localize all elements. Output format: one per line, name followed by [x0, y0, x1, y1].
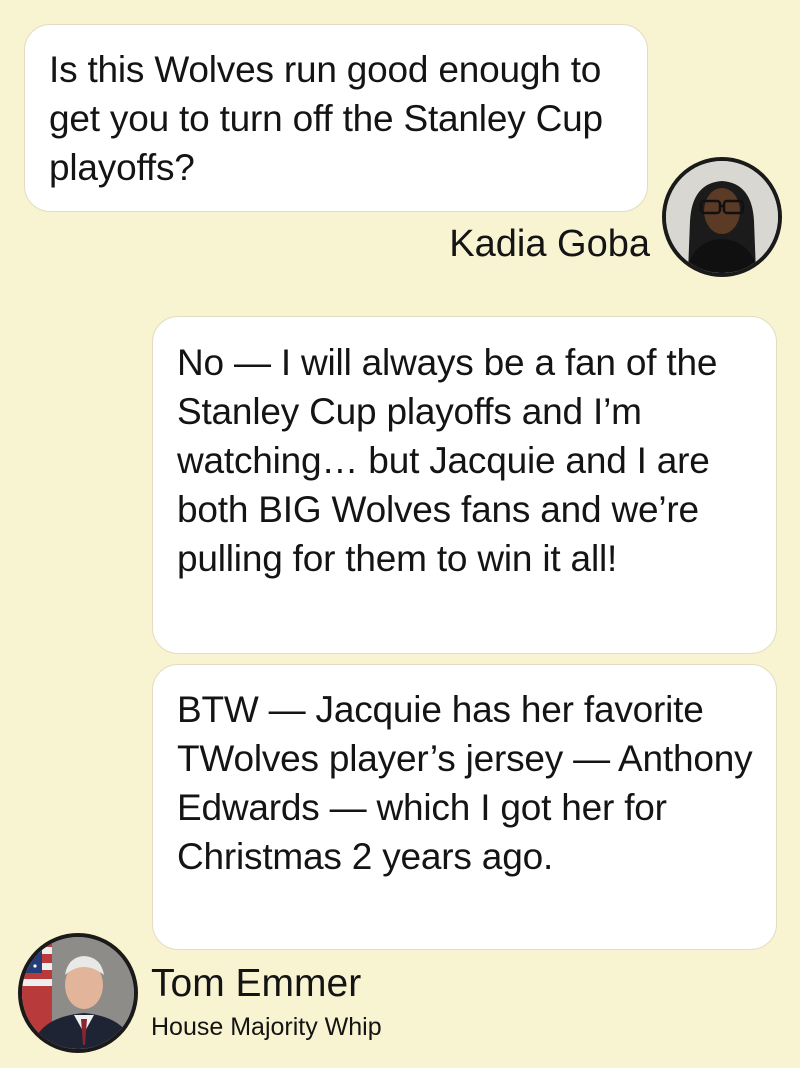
answer-bubble-1: No — I will always be a fan of the Stanl…: [152, 316, 777, 654]
answer-text-2: BTW — Jacquie has her favorite TWolves p…: [177, 689, 753, 877]
kadia-goba-avatar: [662, 157, 782, 277]
kadia-goba-name: Kadia Goba: [449, 223, 650, 265]
tom-emmer-title: House Majority Whip: [151, 1013, 382, 1041]
question-bubble: Is this Wolves run good enough to get yo…: [24, 24, 648, 212]
question-text: Is this Wolves run good enough to get yo…: [49, 49, 603, 188]
tom-emmer-name: Tom Emmer: [151, 962, 362, 1005]
portrait-icon: [22, 937, 134, 1049]
tom-emmer-avatar: [18, 933, 138, 1053]
answer-bubble-2: BTW — Jacquie has her favorite TWolves p…: [152, 664, 777, 950]
portrait-icon: [666, 161, 778, 273]
answer-text-1: No — I will always be a fan of the Stanl…: [177, 342, 718, 579]
